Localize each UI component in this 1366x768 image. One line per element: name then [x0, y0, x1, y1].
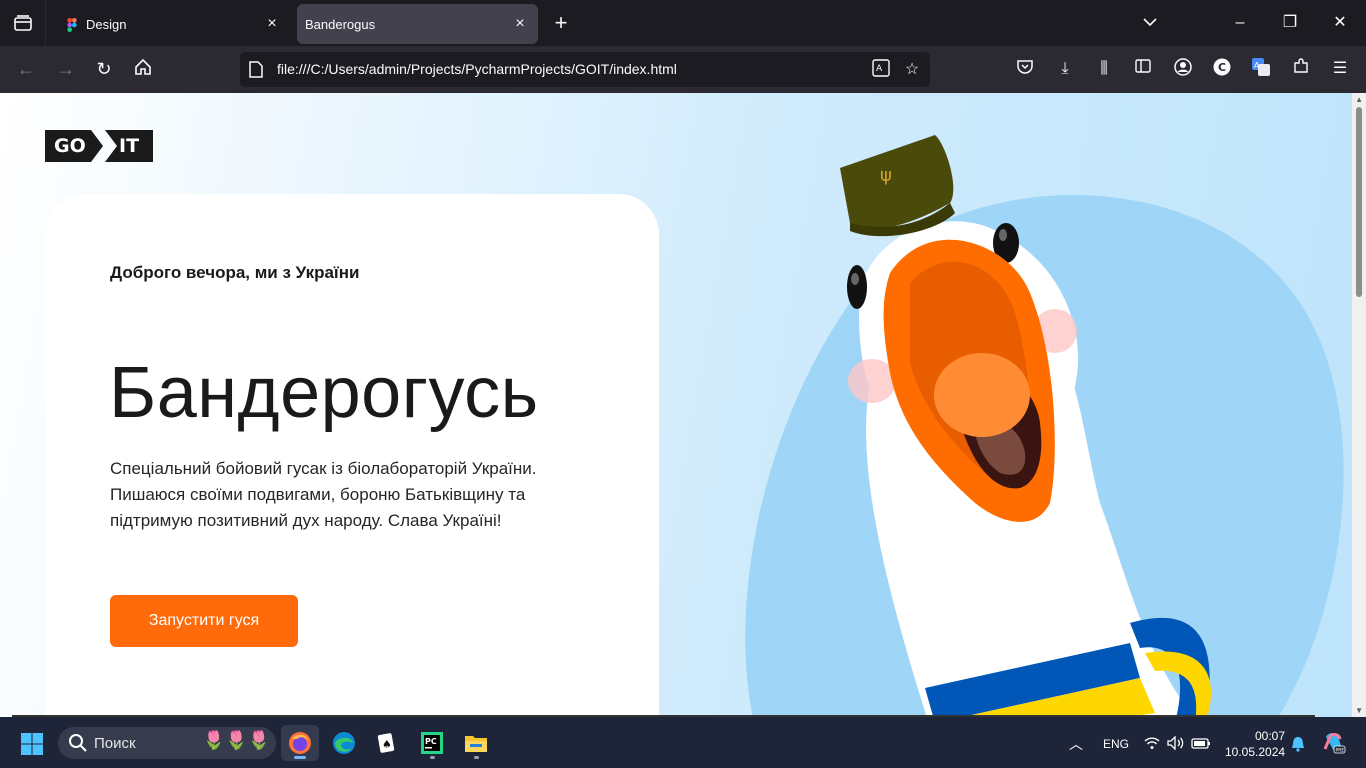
tab-label: Design [86, 16, 127, 32]
solitaire-icon: ♠ [377, 733, 395, 753]
svg-text:A: A [876, 64, 883, 74]
tab-banderogus[interactable]: Banderogus × [297, 4, 538, 44]
copilot-icon[interactable]: PRE [1322, 731, 1346, 755]
forward-arrow-icon[interactable]: → [55, 58, 77, 80]
taskbar-search[interactable]: Поиск 🌷🌷🌷 [58, 727, 276, 759]
battery-icon[interactable] [1191, 736, 1211, 750]
chevron-down-icon[interactable] [1139, 12, 1161, 34]
restore-icon[interactable]: ❐ [1279, 12, 1301, 34]
notification-bell-icon[interactable] [1291, 736, 1305, 752]
windows-start-icon[interactable] [20, 732, 44, 756]
hero-description: Спеціальний бойовий гусак із біолаборато… [110, 459, 537, 530]
scroll-up-icon[interactable]: ▲ [1355, 95, 1363, 104]
browser-toolbar: ← → ↻ file:///C:/Users/admin/Projects/Py… [0, 46, 1366, 93]
svg-text:C: C [1218, 61, 1226, 74]
back-arrow-icon[interactable]: ← [15, 58, 37, 80]
minimize-icon[interactable]: – [1229, 12, 1251, 34]
taskbar-firefox[interactable] [281, 725, 319, 761]
pocket-icon[interactable] [1014, 58, 1036, 80]
translate-extension-icon[interactable]: A [1250, 58, 1272, 80]
volume-icon[interactable] [1167, 736, 1185, 750]
reload-icon[interactable]: ↻ [93, 58, 115, 80]
extension-c-icon[interactable]: C [1211, 58, 1233, 80]
page-title: Бандерогусь [109, 353, 539, 433]
figma-icon [66, 18, 78, 32]
file-explorer-icon [465, 736, 487, 752]
taskbar-file-explorer[interactable] [457, 725, 495, 761]
scroll-thumb[interactable] [1356, 107, 1362, 297]
url-text[interactable]: file:///C:/Users/admin/Projects/PycharmP… [277, 61, 677, 77]
page-viewport: GO IT Доброго вечора, ми з України Банде… [0, 93, 1366, 717]
menu-hamburger-icon[interactable]: ☰ [1329, 58, 1351, 80]
clock-time[interactable]: 00:07 [1255, 729, 1285, 743]
tulips-icon: 🌷🌷🌷 [202, 730, 270, 750]
bookmark-star-icon[interactable]: ☆ [901, 59, 923, 81]
svg-text:♠: ♠ [382, 738, 392, 751]
edge-icon [333, 732, 355, 754]
library-icon[interactable]: ⫼ [1093, 58, 1115, 80]
logo-text-go: GO [54, 135, 86, 157]
address-bar[interactable]: file:///C:/Users/admin/Projects/PycharmP… [240, 52, 930, 87]
goose-eye-left [847, 265, 867, 309]
account-icon[interactable] [1172, 58, 1194, 80]
clock-date[interactable]: 10.05.2024 [1225, 745, 1285, 759]
translate-icon[interactable]: A [870, 59, 892, 81]
tab-label: Banderogus [305, 16, 376, 32]
svg-text:A: A [1254, 61, 1260, 70]
chevron-up-icon[interactable]: ︿ [1069, 734, 1083, 754]
launch-goose-button[interactable]: Запустити гуся [110, 595, 298, 647]
language-indicator[interactable]: ENG [1103, 737, 1129, 751]
goose-illustration: ψ [745, 135, 1344, 717]
scroll-down-icon[interactable]: ▼ [1355, 706, 1363, 715]
tab-design[interactable]: Design × [52, 4, 290, 44]
svg-text:PC: PC [425, 737, 437, 746]
taskbar-solitaire[interactable]: ♠ [369, 725, 407, 761]
search-icon [69, 734, 87, 752]
hero-subtitle: Доброго вечора, ми з України [110, 263, 360, 282]
svg-text:PRE: PRE [1336, 748, 1345, 754]
window-close-icon[interactable]: ✕ [1329, 12, 1351, 34]
windows-taskbar: Поиск 🌷🌷🌷 ♠ PC ︿ ENG 00:07 10.05.2024 PR… [0, 717, 1366, 768]
taskbar-pycharm[interactable]: PC [413, 725, 451, 761]
page-icon [249, 61, 263, 78]
pycharm-icon: PC [421, 732, 443, 754]
sidebar-icon[interactable] [1132, 58, 1154, 80]
firefox-icon [289, 732, 311, 754]
download-icon[interactable]: ⤓ [1054, 58, 1076, 80]
home-icon[interactable] [132, 58, 154, 80]
search-placeholder: Поиск [94, 735, 136, 752]
browser-tab-bar: Design × Banderogus × + – ❐ ✕ [0, 0, 1366, 46]
trident-icon: ψ [880, 165, 892, 186]
close-icon[interactable]: × [264, 16, 280, 32]
extensions-puzzle-icon[interactable] [1290, 58, 1312, 80]
tab-overview-icon[interactable] [0, 0, 46, 46]
new-tab-icon[interactable]: + [550, 12, 572, 34]
taskbar-edge[interactable] [325, 725, 363, 761]
close-icon[interactable]: × [512, 16, 528, 32]
wifi-icon[interactable] [1144, 736, 1160, 750]
hero-card: Доброго вечора, ми з України Бандерогусь… [45, 194, 659, 717]
page-scrollbar[interactable]: ▲ ▼ [1352, 93, 1366, 717]
logo-text-it: IT [119, 135, 140, 157]
